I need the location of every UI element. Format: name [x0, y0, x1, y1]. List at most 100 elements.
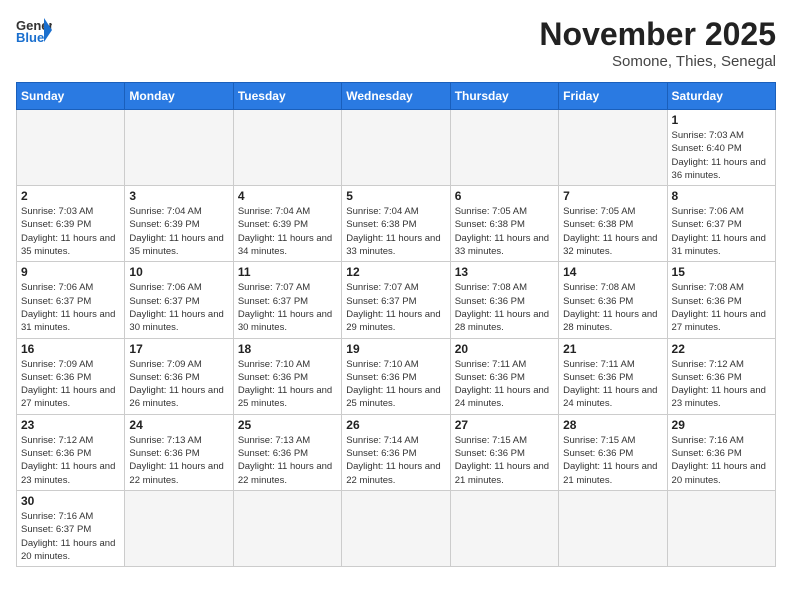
logo-icon: General Blue — [16, 16, 52, 44]
day-number: 9 — [21, 265, 120, 279]
calendar-cell: 30 Sunrise: 7:16 AMSunset: 6:37 PMDayligh… — [17, 490, 125, 566]
calendar-cell: 8Sunrise: 7:06 AMSunset: 6:37 PMDaylight… — [667, 186, 775, 262]
day-number: 12 — [346, 265, 445, 279]
calendar-cell: 28 Sunrise: 7:15 AMSunset: 6:36 PMDayligh… — [559, 414, 667, 490]
day-number: 22 — [672, 342, 771, 356]
calendar-cell — [125, 110, 233, 186]
logo: General Blue — [16, 16, 52, 44]
day-number: 13 — [455, 265, 554, 279]
calendar-cell: 6Sunrise: 7:05 AMSunset: 6:38 PMDaylight… — [450, 186, 558, 262]
day-info: Sunrise: 7:12 AMSunset: 6:36 PMDaylight:… — [21, 434, 120, 487]
calendar-cell — [450, 490, 558, 566]
day-info: Sunrise: 7:13 AMSunset: 6:36 PMDaylight:… — [238, 434, 337, 487]
day-number: 16 — [21, 342, 120, 356]
calendar-week-row: 30 Sunrise: 7:16 AMSunset: 6:37 PMDayligh… — [17, 490, 776, 566]
location-title: Somone, Thies, Senegal — [539, 53, 776, 70]
day-info: Sunrise: 7:08 AMSunset: 6:36 PMDaylight:… — [455, 281, 554, 334]
calendar-header-saturday: Saturday — [667, 83, 775, 110]
day-number: 30 — [21, 494, 120, 508]
calendar-week-row: 9 Sunrise: 7:06 AMSunset: 6:37 PMDaylight… — [17, 262, 776, 338]
day-info: Sunrise: 7:07 AMSunset: 6:37 PMDaylight:… — [238, 281, 337, 334]
day-number: 14 — [563, 265, 662, 279]
calendar-cell — [450, 110, 558, 186]
day-info: Sunrise: 7:11 AMSunset: 6:36 PMDaylight:… — [455, 358, 554, 411]
day-number: 29 — [672, 418, 771, 432]
day-number: 19 — [346, 342, 445, 356]
calendar-cell: 1 Sunrise: 7:03 AMSunset: 6:40 PMDaylight… — [667, 110, 775, 186]
day-info: Sunrise: 7:09 AMSunset: 6:36 PMDaylight:… — [21, 358, 120, 411]
calendar-cell: 15 Sunrise: 7:08 AMSunset: 6:36 PMDayligh… — [667, 262, 775, 338]
day-number: 25 — [238, 418, 337, 432]
day-number: 3 — [129, 189, 228, 203]
day-number: 4 — [238, 189, 337, 203]
day-number: 18 — [238, 342, 337, 356]
calendar-cell: 27 Sunrise: 7:15 AMSunset: 6:36 PMDayligh… — [450, 414, 558, 490]
day-number: 2 — [21, 189, 120, 203]
calendar-cell: 16 Sunrise: 7:09 AMSunset: 6:36 PMDayligh… — [17, 338, 125, 414]
day-number: 24 — [129, 418, 228, 432]
calendar-cell — [233, 110, 341, 186]
day-info: Sunrise: 7:11 AMSunset: 6:36 PMDaylight:… — [563, 358, 662, 411]
calendar-cell: 10Sunrise: 7:06 AMSunset: 6:37 PMDayligh… — [125, 262, 233, 338]
day-info: Sunrise: 7:15 AMSunset: 6:36 PMDaylight:… — [563, 434, 662, 487]
day-number: 27 — [455, 418, 554, 432]
page-header: General Blue November 2025 Somone, Thies… — [16, 16, 776, 70]
day-info: Sunrise: 7:03 AMSunset: 6:40 PMDaylight:… — [672, 129, 771, 182]
day-info: Sunrise: 7:14 AMSunset: 6:36 PMDaylight:… — [346, 434, 445, 487]
calendar-week-row: 16 Sunrise: 7:09 AMSunset: 6:36 PMDayligh… — [17, 338, 776, 414]
day-info: Sunrise: 7:09 AMSunset: 6:36 PMDaylight:… — [129, 358, 228, 411]
calendar-cell: 29 Sunrise: 7:16 AMSunset: 6:36 PMDayligh… — [667, 414, 775, 490]
day-info: Sunrise: 7:06 AMSunset: 6:37 PMDaylight:… — [129, 281, 228, 334]
day-number: 11 — [238, 265, 337, 279]
calendar-cell: 7 Sunrise: 7:05 AMSunset: 6:38 PMDaylight… — [559, 186, 667, 262]
calendar-cell: 24 Sunrise: 7:13 AMSunset: 6:36 PMDayligh… — [125, 414, 233, 490]
day-info: Sunrise: 7:12 AMSunset: 6:36 PMDaylight:… — [672, 358, 771, 411]
day-number: 26 — [346, 418, 445, 432]
calendar-week-row: 2 Sunrise: 7:03 AMSunset: 6:39 PMDaylight… — [17, 186, 776, 262]
day-number: 28 — [563, 418, 662, 432]
calendar-cell — [342, 110, 450, 186]
calendar-header-tuesday: Tuesday — [233, 83, 341, 110]
calendar-cell: 5Sunrise: 7:04 AMSunset: 6:38 PMDaylight… — [342, 186, 450, 262]
day-info: Sunrise: 7:10 AMSunset: 6:36 PMDaylight:… — [346, 358, 445, 411]
day-info: Sunrise: 7:10 AMSunset: 6:36 PMDaylight:… — [238, 358, 337, 411]
month-title: November 2025 — [539, 16, 776, 53]
calendar-week-row: 23 Sunrise: 7:12 AMSunset: 6:36 PMDayligh… — [17, 414, 776, 490]
calendar-cell: 13 Sunrise: 7:08 AMSunset: 6:36 PMDayligh… — [450, 262, 558, 338]
day-info: Sunrise: 7:04 AMSunset: 6:39 PMDaylight:… — [238, 205, 337, 258]
day-number: 17 — [129, 342, 228, 356]
day-info: Sunrise: 7:03 AMSunset: 6:39 PMDaylight:… — [21, 205, 120, 258]
title-area: November 2025 Somone, Thies, Senegal — [539, 16, 776, 70]
calendar-cell — [342, 490, 450, 566]
day-number: 20 — [455, 342, 554, 356]
day-info: Sunrise: 7:13 AMSunset: 6:36 PMDaylight:… — [129, 434, 228, 487]
day-number: 1 — [672, 113, 771, 127]
day-info: Sunrise: 7:08 AMSunset: 6:36 PMDaylight:… — [563, 281, 662, 334]
calendar-cell — [17, 110, 125, 186]
day-number: 23 — [21, 418, 120, 432]
calendar-cell: 21Sunrise: 7:11 AMSunset: 6:36 PMDayligh… — [559, 338, 667, 414]
day-info: Sunrise: 7:06 AMSunset: 6:37 PMDaylight:… — [21, 281, 120, 334]
calendar-header-monday: Monday — [125, 83, 233, 110]
day-info: Sunrise: 7:16 AMSunset: 6:37 PMDaylight:… — [21, 510, 120, 563]
calendar-cell: 9 Sunrise: 7:06 AMSunset: 6:37 PMDaylight… — [17, 262, 125, 338]
calendar-cell — [233, 490, 341, 566]
day-info: Sunrise: 7:04 AMSunset: 6:38 PMDaylight:… — [346, 205, 445, 258]
calendar-cell — [667, 490, 775, 566]
calendar-header-row: SundayMondayTuesdayWednesdayThursdayFrid… — [17, 83, 776, 110]
calendar-cell — [559, 110, 667, 186]
day-number: 15 — [672, 265, 771, 279]
day-number: 7 — [563, 189, 662, 203]
calendar-cell: 2 Sunrise: 7:03 AMSunset: 6:39 PMDaylight… — [17, 186, 125, 262]
day-info: Sunrise: 7:08 AMSunset: 6:36 PMDaylight:… — [672, 281, 771, 334]
day-info: Sunrise: 7:04 AMSunset: 6:39 PMDaylight:… — [129, 205, 228, 258]
calendar-header-sunday: Sunday — [17, 83, 125, 110]
day-info: Sunrise: 7:05 AMSunset: 6:38 PMDaylight:… — [563, 205, 662, 258]
calendar-header-friday: Friday — [559, 83, 667, 110]
calendar-header-thursday: Thursday — [450, 83, 558, 110]
calendar-cell: 22 Sunrise: 7:12 AMSunset: 6:36 PMDayligh… — [667, 338, 775, 414]
day-info: Sunrise: 7:15 AMSunset: 6:36 PMDaylight:… — [455, 434, 554, 487]
calendar-cell: 23 Sunrise: 7:12 AMSunset: 6:36 PMDayligh… — [17, 414, 125, 490]
calendar-cell — [125, 490, 233, 566]
day-info: Sunrise: 7:16 AMSunset: 6:36 PMDaylight:… — [672, 434, 771, 487]
